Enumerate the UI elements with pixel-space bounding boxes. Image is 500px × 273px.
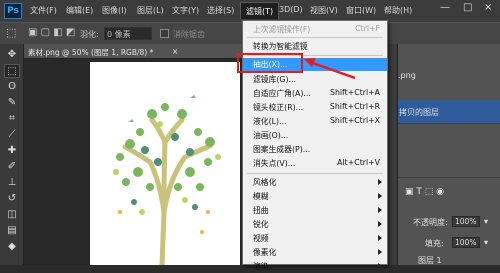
panel-empty-area: [398, 126, 500, 178]
menu-bar: Ps 文件(F) 编辑(E) 图像(I) 图层(L) 文字(Y) 选择(S) 滤…: [0, 0, 500, 22]
menu-help[interactable]: 帮助(H): [384, 5, 412, 16]
menu-layer[interactable]: 图层(L): [137, 5, 164, 16]
submenu-arrow-icon: [378, 249, 382, 255]
menu-adaptive-wide-angle[interactable]: 自适应广角(A)... Shift+Ctrl+A: [243, 87, 387, 100]
menu-image[interactable]: 图像(I): [102, 5, 127, 16]
maximize-button[interactable]: □: [463, 2, 472, 13]
quick-select-tool-icon[interactable]: ✎: [4, 96, 20, 110]
blur-tool-icon[interactable]: ◆: [4, 240, 20, 254]
healing-tool-icon[interactable]: ✚: [4, 144, 20, 158]
menu-convert-smart-filter[interactable]: 转换为智能滤镜: [243, 40, 387, 53]
gradient-tool-icon[interactable]: ▤: [4, 224, 20, 238]
stamp-tool-icon[interactable]: ⊥: [4, 176, 20, 190]
menu-pattern-maker[interactable]: 图案生成器(P)...: [243, 143, 387, 156]
menu-separator: [247, 37, 383, 38]
marquee-preset-icon[interactable]: ⬚: [6, 26, 16, 39]
fill-input[interactable]: 100%: [452, 237, 480, 248]
submenu-arrow-icon: [378, 207, 382, 213]
opacity-input[interactable]: 100%: [452, 216, 480, 227]
eyedropper-tool-icon[interactable]: ⟋: [4, 128, 20, 142]
submenu-arrow-icon: [378, 263, 382, 269]
photoshop-logo: Ps: [4, 3, 22, 19]
menu-oil-paint[interactable]: 油画(O)...: [243, 129, 387, 142]
tree-illustration: [113, 95, 221, 268]
layer-copy-label: 拷贝的图层: [399, 108, 439, 117]
menu-vanishing-point[interactable]: 消失点(V)... Alt+Ctrl+V: [243, 157, 387, 170]
minimize-button[interactable]: —: [440, 2, 450, 13]
feather-input[interactable]: 0 像素: [104, 27, 152, 40]
opacity-label: 不透明度:: [413, 218, 448, 227]
menu-pixelate[interactable]: 像素化: [243, 246, 387, 259]
document-tab-close-icon[interactable]: ×: [172, 47, 178, 56]
menu-stylize[interactable]: 风格化: [243, 176, 387, 189]
fill-dropdown-icon[interactable]: ▾: [484, 238, 488, 247]
document-canvas[interactable]: [90, 62, 240, 268]
menu-lens-correction[interactable]: 镜头校正(R)... Shift+Ctrl+R: [243, 101, 387, 114]
brush-tool-icon[interactable]: ✐: [4, 160, 20, 174]
menu-blur[interactable]: 模糊: [243, 190, 387, 203]
menu-3d[interactable]: 3D(D): [279, 5, 303, 14]
tools-panel: ✥ ⬚ ʘ ✎ ⌗ ⟋ ✚ ✐ ⊥ ↺ ◫ ▤ ◆: [0, 44, 24, 265]
menu-select[interactable]: 选择(S): [207, 5, 234, 16]
menu-view[interactable]: 视图(V): [310, 5, 338, 16]
eraser-tool-icon[interactable]: ◫: [4, 208, 20, 222]
submenu-arrow-icon: [378, 221, 382, 227]
antialias-checkbox[interactable]: [160, 29, 169, 38]
close-window-button[interactable]: ×: [484, 2, 492, 13]
menu-distort[interactable]: 扭曲: [243, 204, 387, 217]
menu-filter[interactable]: 滤镜(T): [240, 2, 280, 19]
menu-separator: [247, 173, 383, 174]
opacity-dropdown-icon[interactable]: ▾: [484, 217, 488, 226]
crop-tool-icon[interactable]: ⌗: [4, 112, 20, 126]
menu-render[interactable]: 渲染: [243, 260, 387, 273]
menu-window[interactable]: 窗口(W): [346, 5, 376, 16]
submenu-arrow-icon: [378, 193, 382, 199]
layer-filter-icons[interactable]: ▣ T ⬚ ◉: [405, 187, 444, 197]
antialias-label: 消除锯齿: [173, 30, 205, 39]
layer-name-label[interactable]: 图层 1: [418, 255, 442, 266]
selection-mode-icons[interactable]: ▣ ▢ ◧ ◩: [28, 27, 75, 38]
menu-video[interactable]: 视频: [243, 232, 387, 245]
submenu-arrow-icon: [378, 235, 382, 241]
menu-type[interactable]: 文字(Y): [172, 5, 199, 16]
layer-row-copied[interactable]: 拷贝的图层: [398, 100, 500, 124]
annotation-highlight-box: [237, 53, 303, 73]
menu-edit[interactable]: 编辑(E): [66, 5, 93, 16]
submenu-arrow-icon: [378, 179, 382, 185]
marquee-tool-icon[interactable]: ⬚: [4, 64, 20, 78]
lasso-tool-icon[interactable]: ʘ: [4, 80, 20, 94]
menu-sharpen[interactable]: 锐化: [243, 218, 387, 231]
fill-label: 填充:: [425, 239, 444, 248]
menu-file[interactable]: 文件(F): [30, 5, 57, 16]
move-tool-icon[interactable]: ✥: [4, 48, 20, 62]
history-brush-tool-icon[interactable]: ↺: [4, 192, 20, 206]
feather-label: 羽化:: [80, 30, 99, 39]
file-item-label: .png: [398, 71, 416, 80]
annotation-arrow-icon: [304, 58, 356, 80]
document-tab-title: 素材.png @ 50% (图层 1, RGB/8) *: [28, 48, 154, 57]
menu-last-filter[interactable]: 上次滤镜操作(F) Ctrl+F: [243, 23, 387, 36]
menu-liquify[interactable]: 液化(L)... Shift+Ctrl+X: [243, 115, 387, 128]
